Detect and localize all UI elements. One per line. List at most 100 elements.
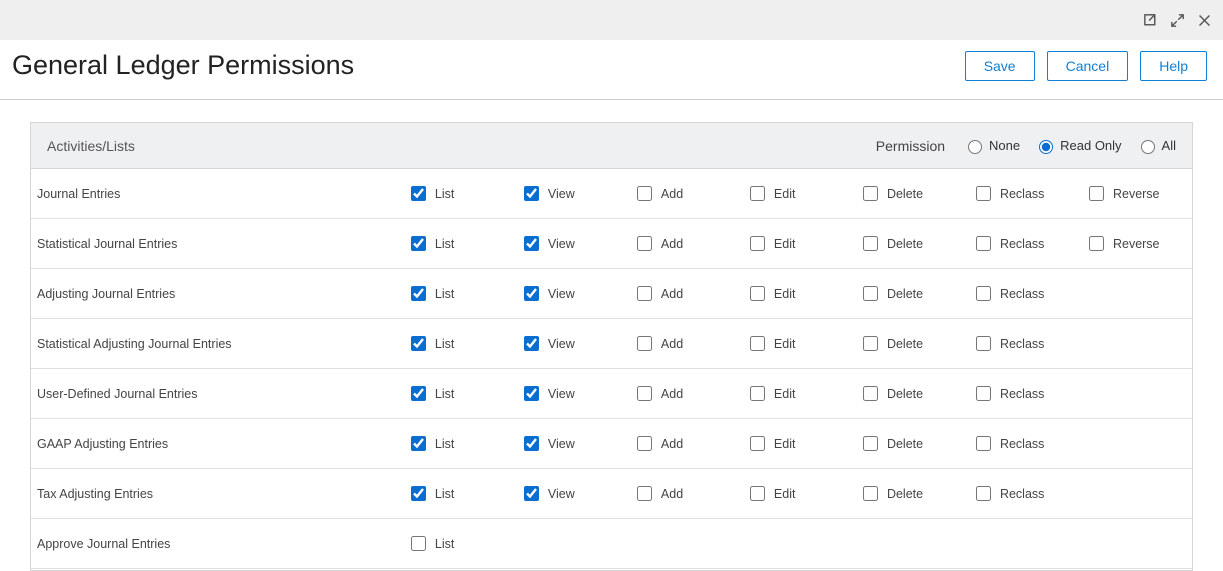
checkbox-reverse[interactable]	[1089, 186, 1104, 201]
perm-add: Add	[633, 183, 734, 204]
help-button[interactable]: Help	[1140, 51, 1207, 81]
cancel-button[interactable]: Cancel	[1047, 51, 1129, 81]
perm-edit: Edit	[746, 183, 847, 204]
checkbox-list[interactable]	[411, 236, 426, 251]
checkbox-edit[interactable]	[750, 436, 765, 451]
checkbox-reclass[interactable]	[976, 486, 991, 501]
checkbox-add[interactable]	[637, 186, 652, 201]
checkbox-reclass[interactable]	[976, 386, 991, 401]
checkbox-list[interactable]	[411, 186, 426, 201]
radio-all[interactable]: All	[1136, 137, 1176, 154]
radio-all-input[interactable]	[1141, 140, 1155, 154]
perm-reclass: Reclass	[972, 333, 1073, 354]
activity-name: Tax Adjusting Entries	[31, 469, 401, 519]
checkbox-label: Reclass	[1000, 487, 1044, 501]
checkbox-delete[interactable]	[863, 336, 878, 351]
perm-reverse: Reverse	[1085, 183, 1186, 204]
checkbox-view[interactable]	[524, 386, 539, 401]
checkbox-delete[interactable]	[863, 436, 878, 451]
checkbox-add[interactable]	[637, 486, 652, 501]
perm-reclass: Reclass	[972, 483, 1073, 504]
perm-delete: Delete	[859, 233, 960, 254]
checkbox-add[interactable]	[637, 236, 652, 251]
table-row: Statistical Adjusting Journal EntriesLis…	[31, 319, 1192, 369]
checkbox-add[interactable]	[637, 336, 652, 351]
checkbox-view[interactable]	[524, 436, 539, 451]
checkbox-label: View	[548, 437, 575, 451]
checkbox-label: List	[435, 337, 454, 351]
checkbox-edit[interactable]	[750, 386, 765, 401]
perm-add: Add	[633, 333, 734, 354]
perm-delete: Delete	[859, 283, 960, 304]
checkbox-delete[interactable]	[863, 236, 878, 251]
checkbox-label: Reverse	[1113, 237, 1160, 251]
perm-delete: Delete	[859, 383, 960, 404]
radio-read-only[interactable]: Read Only	[1034, 137, 1121, 154]
perm-reclass: Reclass	[972, 233, 1073, 254]
checkbox-edit[interactable]	[750, 336, 765, 351]
table-row: Journal EntriesListViewAddEditDeleteRecl…	[31, 169, 1192, 219]
checkbox-edit[interactable]	[750, 186, 765, 201]
checkbox-label: Add	[661, 387, 683, 401]
checkbox-delete[interactable]	[863, 286, 878, 301]
checkbox-reclass[interactable]	[976, 186, 991, 201]
perm-list: List	[407, 283, 508, 304]
checkbox-delete[interactable]	[863, 186, 878, 201]
perm-edit: Edit	[746, 383, 847, 404]
perm-edit: Edit	[746, 483, 847, 504]
perm-view: View	[520, 433, 621, 454]
checkbox-add[interactable]	[637, 286, 652, 301]
radio-none-input[interactable]	[968, 140, 982, 154]
checkbox-label: Add	[661, 237, 683, 251]
checkbox-label: Reclass	[1000, 287, 1044, 301]
table-row: Tax Adjusting EntriesListViewAddEditDele…	[31, 469, 1192, 519]
checkbox-delete[interactable]	[863, 486, 878, 501]
checkbox-list[interactable]	[411, 486, 426, 501]
checkbox-label: List	[435, 287, 454, 301]
save-button[interactable]: Save	[965, 51, 1035, 81]
close-icon[interactable]	[1196, 12, 1213, 29]
checkbox-delete[interactable]	[863, 386, 878, 401]
table-row: GAAP Adjusting EntriesListViewAddEditDel…	[31, 419, 1192, 469]
radio-none[interactable]: None	[963, 137, 1020, 154]
checkbox-list[interactable]	[411, 336, 426, 351]
checkbox-label: Add	[661, 487, 683, 501]
permissions-table: Journal EntriesListViewAddEditDeleteRecl…	[31, 169, 1192, 570]
expand-icon[interactable]	[1169, 12, 1186, 29]
open-new-window-icon[interactable]	[1142, 12, 1159, 29]
radio-read-only-label: Read Only	[1060, 138, 1121, 153]
checkbox-list[interactable]	[411, 286, 426, 301]
checkbox-edit[interactable]	[750, 486, 765, 501]
radio-read-only-input[interactable]	[1039, 140, 1053, 154]
perm-delete: Delete	[859, 333, 960, 354]
checkbox-reclass[interactable]	[976, 336, 991, 351]
checkbox-label: Delete	[887, 187, 923, 201]
checkbox-label: Add	[661, 337, 683, 351]
checkbox-list[interactable]	[411, 536, 426, 551]
checkbox-label: Edit	[774, 337, 796, 351]
radio-none-label: None	[989, 138, 1020, 153]
checkbox-label: View	[548, 187, 575, 201]
checkbox-reclass[interactable]	[976, 236, 991, 251]
checkbox-edit[interactable]	[750, 286, 765, 301]
checkbox-label: View	[548, 337, 575, 351]
checkbox-label: Reclass	[1000, 337, 1044, 351]
checkbox-add[interactable]	[637, 386, 652, 401]
checkbox-reverse[interactable]	[1089, 236, 1104, 251]
checkbox-add[interactable]	[637, 436, 652, 451]
perm-view: View	[520, 283, 621, 304]
checkbox-view[interactable]	[524, 286, 539, 301]
page-title: General Ledger Permissions	[12, 50, 354, 81]
checkbox-reclass[interactable]	[976, 286, 991, 301]
checkbox-view[interactable]	[524, 236, 539, 251]
checkbox-edit[interactable]	[750, 236, 765, 251]
checkbox-label: List	[435, 537, 454, 551]
checkbox-reclass[interactable]	[976, 436, 991, 451]
checkbox-list[interactable]	[411, 436, 426, 451]
page-header: General Ledger Permissions Save Cancel H…	[0, 40, 1223, 100]
checkbox-view[interactable]	[524, 186, 539, 201]
checkbox-view[interactable]	[524, 336, 539, 351]
perm-reclass: Reclass	[972, 283, 1073, 304]
checkbox-view[interactable]	[524, 486, 539, 501]
checkbox-list[interactable]	[411, 386, 426, 401]
